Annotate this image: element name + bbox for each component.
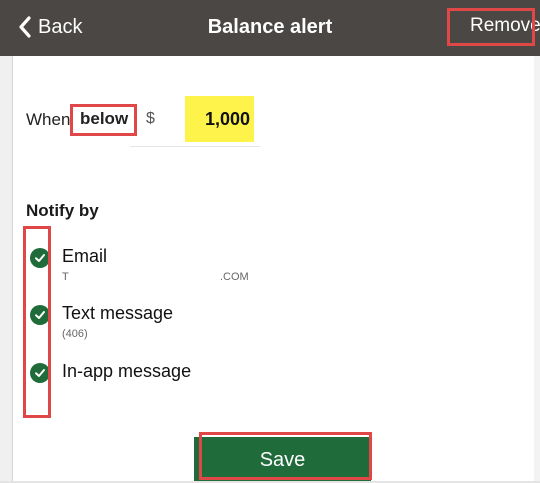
notify-heading: Notify by (26, 201, 99, 220)
amount-input[interactable] (185, 96, 254, 142)
currency-symbol: $ (146, 110, 155, 127)
threshold-row: When below $ (26, 96, 286, 142)
email-label: Email (62, 246, 108, 266)
back-label: Back (38, 15, 83, 38)
email-detail-start: T (62, 271, 69, 283)
text-message-label: Text message (62, 303, 174, 323)
text-message-detail: (406) (62, 328, 88, 340)
condition-selector[interactable]: below (78, 109, 130, 129)
in-app-checkbox[interactable] (30, 363, 50, 383)
checkmark-icon (35, 369, 45, 377)
left-frame-edge (0, 0, 13, 483)
checkmark-icon (35, 254, 45, 262)
back-button[interactable]: Back (18, 12, 82, 42)
right-frame-edge (534, 56, 540, 483)
amount-divider (130, 146, 260, 147)
text-message-checkbox[interactable] (30, 305, 50, 325)
save-button[interactable]: Save (194, 437, 371, 483)
navigation-bar: Back Balance alert Remove (0, 0, 540, 56)
redacted-email (100, 270, 218, 284)
chevron-left-icon (18, 16, 32, 38)
remove-button[interactable]: Remove (451, 10, 540, 42)
email-detail-end: .COM (220, 271, 249, 283)
checkmark-icon (35, 311, 45, 319)
in-app-label: In-app message (62, 361, 192, 381)
when-label: When (26, 110, 71, 129)
email-checkbox[interactable] (30, 248, 50, 268)
